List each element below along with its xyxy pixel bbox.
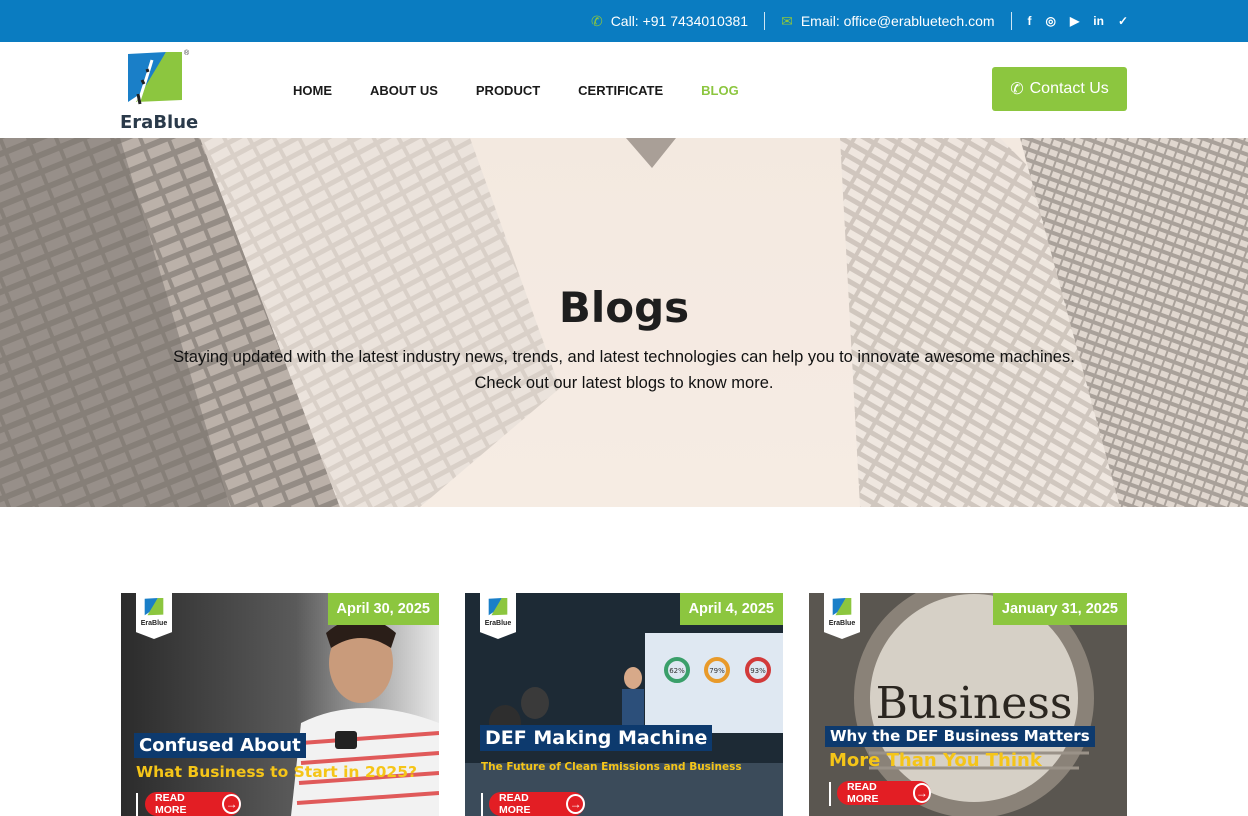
- top-bar: ✆ Call: +91 7434010381 ✉ Email: office@e…: [0, 0, 1248, 42]
- phone-icon: ✆: [590, 12, 603, 29]
- social-links: f ◎ ▶ in ✓: [1028, 14, 1128, 28]
- logo[interactable]: ® EraBlue: [120, 50, 200, 133]
- magnifier-text: Business: [876, 678, 1073, 729]
- card-headline-box: Why the DEF Business Matters: [825, 726, 1095, 747]
- card-title-line-1: Confused About: [139, 735, 301, 756]
- facebook-icon[interactable]: f: [1028, 14, 1032, 28]
- nav-item-certificate[interactable]: CERTIFICATE: [578, 83, 663, 98]
- divider: [481, 793, 483, 816]
- card-date: January 31, 2025: [992, 593, 1127, 625]
- youtube-icon[interactable]: ▶: [1070, 14, 1079, 28]
- divider: [1010, 12, 1012, 30]
- page-title: Blogs: [558, 283, 690, 332]
- divider: [829, 782, 831, 806]
- badge-label: EraBlue: [140, 620, 168, 627]
- nav-item-blog[interactable]: BLOG: [701, 83, 739, 98]
- screen-stat-2: 79%: [709, 667, 725, 675]
- blog-card[interactable]: April 30, 2025 EraBlue Confused About Wh…: [121, 593, 439, 816]
- logo-mark-icon: [832, 598, 852, 616]
- screen-stat-1: 62%: [669, 667, 685, 675]
- card-headline-box: Confused About: [134, 733, 306, 758]
- arrow-right-icon: →: [912, 783, 931, 803]
- arrow-right-icon: →: [222, 794, 241, 814]
- divider: [136, 793, 138, 816]
- nav-item-home[interactable]: HOME: [293, 83, 332, 98]
- email-icon: ✉: [781, 12, 793, 29]
- hero-subtitle-line-1: Staying updated with the latest industry…: [173, 348, 1075, 366]
- nav-item-about-us[interactable]: ABOUT US: [370, 83, 438, 98]
- card-logo-badge: EraBlue: [824, 593, 860, 639]
- card-logo-badge: EraBlue: [480, 593, 516, 639]
- logo-mark-icon: [144, 598, 164, 616]
- call-label: Call: +91 7434010381: [610, 13, 749, 29]
- divider: [764, 12, 766, 30]
- arrow-right-icon: →: [566, 794, 585, 814]
- main-nav: HOME ABOUT US PRODUCT CERTIFICATE BLOG: [293, 42, 739, 138]
- card-date: April 30, 2025: [327, 593, 439, 625]
- card-title-line-2: The Future of Clean Emissions and Busine…: [481, 761, 742, 773]
- registered-mark: ®: [184, 50, 190, 57]
- blog-card[interactable]: 62% 79% 93% April 4, 2025 EraBlue DEF Ma…: [465, 593, 783, 816]
- logo-text: EraBlue: [120, 112, 199, 133]
- phone-icon: ✆: [1010, 81, 1024, 98]
- blog-card-list: April 30, 2025 EraBlue Confused About Wh…: [121, 593, 1127, 816]
- email-label: Email: office@erabluetech.com: [800, 13, 995, 29]
- badge-label: EraBlue: [828, 620, 856, 627]
- read-more-button[interactable]: READ MORE →: [837, 781, 931, 805]
- card-date: April 4, 2025: [679, 593, 783, 625]
- site-header: ® EraBlue HOME ABOUT US PRODUCT CERTIFIC…: [0, 42, 1248, 138]
- card-title-line-2: More Than You Think: [829, 750, 1042, 771]
- call-link[interactable]: ✆ Call: +91 7434010381: [591, 13, 748, 30]
- twitter-icon[interactable]: ✓: [1118, 14, 1128, 28]
- nav-item-product[interactable]: PRODUCT: [476, 83, 540, 98]
- hero-subtitle: Staying updated with the latest industry…: [0, 344, 1248, 396]
- read-more-label: READ MORE: [847, 781, 879, 805]
- card-title-line-1: DEF Making Machine: [485, 727, 708, 749]
- card-title-line-1: Why the DEF Business Matters: [830, 727, 1090, 745]
- contact-us-button[interactable]: ✆ Contact Us: [992, 67, 1127, 111]
- hero-banner: Blogs Staying updated with the latest in…: [0, 138, 1248, 507]
- linkedin-icon[interactable]: in: [1093, 14, 1104, 28]
- instagram-icon[interactable]: ◎: [1046, 14, 1056, 28]
- read-more-label: READ MORE: [155, 792, 187, 816]
- screen-stat-3: 93%: [750, 667, 766, 675]
- hero-subtitle-line-2: Check out our latest blogs to know more.: [474, 374, 774, 392]
- blog-card[interactable]: Business January 31, 2025 EraBlue Why th…: [809, 593, 1127, 816]
- read-more-button[interactable]: READ MORE →: [489, 792, 585, 816]
- read-more-button[interactable]: READ MORE →: [145, 792, 241, 816]
- badge-label: EraBlue: [484, 620, 512, 627]
- card-title-line-2: What Business to Start in 2025?: [136, 763, 417, 781]
- logo-mark-icon: [128, 52, 182, 105]
- logo-mark-icon: [488, 598, 508, 616]
- contact-us-label: Contact Us: [1029, 80, 1109, 97]
- card-logo-badge: EraBlue: [136, 593, 172, 639]
- read-more-label: READ MORE: [499, 792, 531, 816]
- email-link[interactable]: ✉ Email: office@erabluetech.com: [781, 13, 994, 30]
- card-headline-box: DEF Making Machine: [480, 725, 713, 751]
